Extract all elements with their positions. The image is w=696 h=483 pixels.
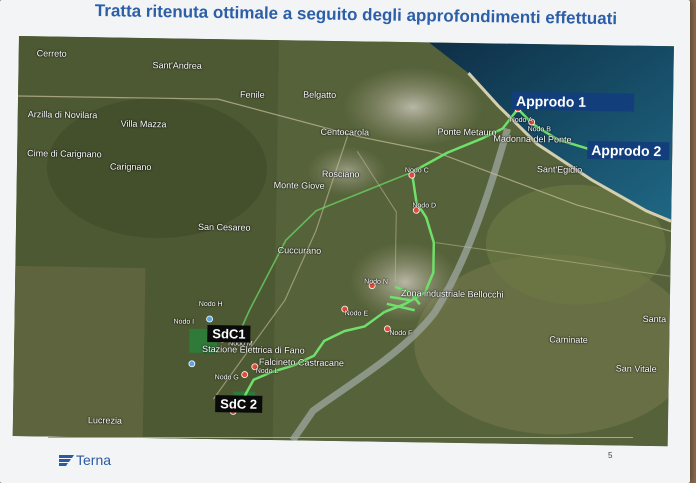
place-belgatto: Belgatto bbox=[303, 89, 337, 100]
place-santa: Santa bbox=[642, 313, 667, 325]
label-nodo-h: Nodo H bbox=[198, 300, 223, 309]
place-san-vitale: San Vitale bbox=[615, 363, 657, 375]
place-sant-egidio: Sant'Egidio bbox=[536, 164, 583, 175]
place-centocarola: Centocarola bbox=[320, 126, 370, 138]
nodo-g-marker[interactable] bbox=[241, 371, 249, 378]
page-number: 5 bbox=[608, 451, 613, 460]
place-cerreto: Cerreto bbox=[36, 48, 67, 59]
place-arzilla: Arzilla di Novilara bbox=[27, 109, 98, 121]
place-cime-carignano: Cime di Carignano bbox=[27, 148, 102, 160]
place-cuccurano: Cuccurano bbox=[277, 245, 322, 256]
place-caminate: Caminate bbox=[549, 334, 588, 345]
place-falcineto: Falcineto Castracane bbox=[258, 356, 345, 369]
nodo-h-marker[interactable] bbox=[206, 315, 213, 323]
place-villa-mazza: Villa Mazza bbox=[120, 118, 167, 130]
footer-divider bbox=[48, 437, 633, 438]
approdo-2-tag[interactable]: Approdo 2 bbox=[587, 140, 670, 161]
place-ponte-metauro: Ponte Metauro bbox=[437, 126, 497, 138]
label-nodo-d: Nodo D bbox=[412, 202, 437, 210]
place-lucrezia: Lucrezia bbox=[87, 415, 123, 426]
place-monte-giove: Monte Giove bbox=[273, 180, 325, 191]
satellite-map[interactable]: Cerreto Sant'Andrea Fenile Belgatto Arzi… bbox=[12, 36, 674, 447]
slide-page: Tratta ritenuta ottimale a seguito degli… bbox=[0, 0, 690, 483]
sdc1-tag[interactable]: SdC1 bbox=[207, 324, 251, 343]
terna-logo-text: Terna bbox=[76, 452, 112, 468]
place-zona-industriale: Zona industriale Bellocchi bbox=[400, 288, 504, 300]
label-nodo-e: Nodo E bbox=[344, 310, 369, 318]
label-nodo-i: Nodo I bbox=[173, 318, 195, 326]
place-san-cesareo: San Cesareo bbox=[197, 221, 251, 233]
terna-logo: Terna bbox=[59, 452, 111, 468]
place-rosciano: Rosciano bbox=[321, 168, 360, 180]
place-carignano: Carignano bbox=[109, 161, 152, 173]
label-nodo-f: Nodo F bbox=[389, 329, 413, 338]
label-nodo-c: Nodo C bbox=[404, 167, 429, 175]
label-nodo-g: Nodo G bbox=[214, 374, 239, 382]
terna-logo-icon bbox=[59, 454, 74, 466]
label-nodo-b: Nodo B bbox=[527, 126, 552, 134]
place-sant-andrea: Sant'Andrea bbox=[152, 60, 202, 71]
place-fenile: Fenile bbox=[240, 89, 265, 100]
sdc2-tag[interactable]: SdC 2 bbox=[215, 395, 263, 413]
label-nodo-n: Nodo N bbox=[364, 278, 388, 286]
label-nodo-l: Nodo L bbox=[255, 367, 279, 376]
approdo-1-tag[interactable]: Approdo 1 bbox=[511, 91, 635, 112]
slide-title: Tratta ritenuta ottimale a seguito degli… bbox=[94, 1, 618, 29]
place-madonna-ponte: Madonna del Ponte bbox=[493, 133, 572, 145]
place-stazione-elettrica: Stazione Elettrica di Fano bbox=[202, 343, 305, 356]
label-nodo-a: Nodo A bbox=[509, 116, 533, 125]
nodo-i-marker[interactable] bbox=[188, 360, 196, 368]
